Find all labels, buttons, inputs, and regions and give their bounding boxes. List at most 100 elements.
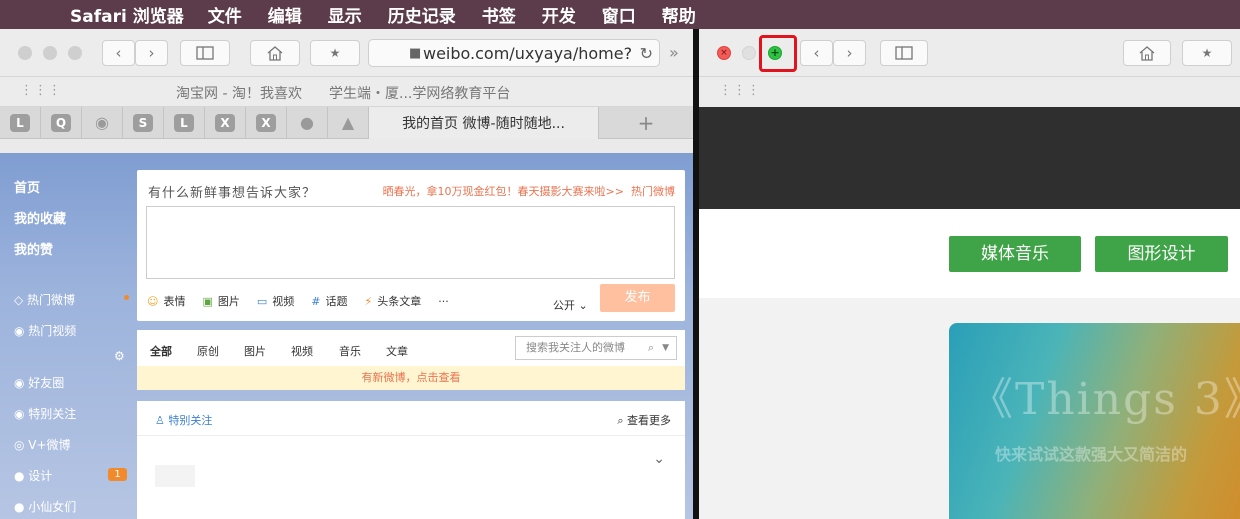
menu-file[interactable]: 文件: [208, 2, 242, 27]
minimize-button-inactive[interactable]: [43, 46, 57, 60]
menu-window[interactable]: 窗口: [602, 2, 636, 27]
more-button[interactable]: ···: [438, 295, 449, 308]
article-button[interactable]: ⚡ 头条文章: [365, 293, 422, 309]
menu-help[interactable]: 帮助: [662, 2, 696, 27]
promo-text: 晒春光，拿10万现金红包！春天摄影大赛来啦>>: [382, 185, 624, 198]
sidebar-item-home[interactable]: 首页: [14, 177, 40, 196]
back-button[interactable]: ‹: [800, 40, 833, 66]
back-button[interactable]: ‹: [102, 40, 135, 66]
compose-prompt: 有什么新鲜事想告诉大家？: [148, 186, 317, 201]
sidebar-item-label: 小仙女们: [28, 500, 77, 514]
search-icon[interactable]: ⌕: [648, 337, 654, 359]
gear-icon[interactable]: ⚙: [114, 349, 125, 363]
sidebar-item-likes[interactable]: 我的赞: [14, 239, 53, 258]
media-music-button[interactable]: 媒体音乐: [949, 236, 1081, 272]
special-follow-label[interactable]: ♙ 特别关注: [155, 412, 212, 428]
chevron-right-icon: ›: [846, 44, 853, 62]
image-icon: ▣: [202, 295, 213, 308]
tab-videos[interactable]: 视频: [291, 343, 313, 359]
tab-x-1[interactable]: X: [205, 106, 246, 139]
grid-icon[interactable]: ⋮⋮⋮: [20, 83, 62, 98]
tab-images[interactable]: 图片: [244, 343, 266, 359]
compose-textarea[interactable]: [146, 206, 675, 279]
left-toolbar: ‹ › ★ ■ weibo.com/uxyaya/home? ↻ »: [0, 29, 693, 77]
promo-link[interactable]: 晒春光，拿10万现金红包！春天摄影大赛来啦>> 热门微博: [383, 183, 675, 199]
favorite-taobao[interactable]: 淘宝网 - 淘！我喜欢: [176, 83, 302, 103]
menu-bookmarks[interactable]: 书签: [482, 2, 516, 27]
toolbar-overflow-icon[interactable]: »: [669, 43, 679, 62]
close-button[interactable]: ×: [717, 46, 731, 60]
weibo-icon: ●: [300, 112, 314, 132]
sidebar-item-design[interactable]: ● 设计: [14, 467, 52, 484]
compose-tools: ☺ 表情 ▣ 图片 ▭ 视频 # 话题 ⚡ 头条文章 ···: [147, 293, 466, 309]
sidebar-item-label: 热门微博: [27, 293, 76, 307]
sidebar-item-special-follow[interactable]: ◉ 特别关注: [14, 405, 76, 422]
sidebar-button[interactable]: [880, 40, 928, 66]
forward-button[interactable]: ›: [833, 40, 866, 66]
sidebar-button[interactable]: [180, 40, 230, 66]
emoji-button[interactable]: ☺ 表情: [147, 293, 185, 309]
forward-button[interactable]: ›: [135, 40, 168, 66]
tab-weibo-home-active[interactable]: 我的首页 微博-随时随地...: [369, 106, 599, 139]
sidebar-item-hot-video[interactable]: ◉ 热门视频: [14, 322, 76, 339]
card-title: 《Things 3》: [969, 374, 1240, 425]
bookmark-button[interactable]: ★: [1182, 40, 1232, 66]
graphic-design-button[interactable]: 图形设计: [1095, 236, 1228, 272]
topic-button[interactable]: # 话题: [311, 293, 347, 309]
bookmark-button[interactable]: ★: [310, 40, 360, 66]
home-button[interactable]: [250, 40, 300, 66]
address-bar[interactable]: ■ weibo.com/uxyaya/home? ↻: [368, 39, 660, 67]
tab-weibo[interactable]: ●: [287, 106, 328, 139]
tab-x-2[interactable]: X: [246, 106, 287, 139]
tab-q[interactable]: Q: [41, 106, 82, 139]
x-icon: X: [215, 113, 235, 132]
menu-safari[interactable]: Safari 浏览器: [70, 2, 184, 27]
tool-label: 图片: [217, 295, 240, 308]
video-button[interactable]: ▭ 视频: [257, 293, 294, 309]
grid-icon[interactable]: ⋮⋮⋮: [719, 83, 761, 98]
tab-l-1[interactable]: L: [0, 106, 41, 139]
sidebar-item-label: 设计: [28, 469, 53, 483]
favorite-student[interactable]: 学生端・厦...学网络教育平台: [329, 83, 510, 103]
feed-search-input[interactable]: 搜索我关注人的微博 ⌕ ▼: [515, 336, 677, 360]
menu-view[interactable]: 显示: [328, 2, 362, 27]
tab-wechat[interactable]: ◉: [82, 106, 123, 139]
chevron-down-icon[interactable]: ⌄: [653, 451, 665, 467]
reload-icon[interactable]: ↻: [640, 44, 653, 63]
home-button[interactable]: [1123, 40, 1171, 66]
sidebar-item-xiaoxian[interactable]: ● 小仙女们: [14, 498, 76, 515]
new-posts-notice[interactable]: 有新微博，点击查看: [137, 366, 685, 390]
minimize-button[interactable]: [742, 46, 756, 60]
tab-articles[interactable]: 文章: [386, 343, 408, 359]
maximize-button-inactive[interactable]: [68, 46, 82, 60]
publish-button[interactable]: 发布: [600, 284, 675, 312]
sidebar-item-vplus[interactable]: ◎ V+微博: [14, 436, 71, 453]
sidebar-item-favorites[interactable]: 我的收藏: [14, 208, 66, 227]
tab-all[interactable]: 全部: [150, 343, 172, 359]
unread-badge: 1: [108, 468, 127, 481]
hot-weibo-link[interactable]: 热门微博: [631, 185, 675, 198]
view-more-link[interactable]: ⌕ 查看更多: [617, 412, 671, 428]
new-tab-icon[interactable]: +: [599, 111, 693, 135]
close-button-inactive[interactable]: [18, 46, 32, 60]
caret-down-icon[interactable]: ▼: [662, 337, 669, 359]
sidebar-item-friends[interactable]: ◉ 好友圈: [14, 374, 64, 391]
dark-header-band: [699, 107, 1240, 209]
sidebar-item-hot-weibo[interactable]: ◇ 热门微博: [14, 291, 75, 308]
tool-label: 头条文章: [377, 295, 422, 308]
featured-card[interactable]: 《Things 3》 快来试试这款强大又简洁的: [949, 323, 1240, 519]
tab-qq[interactable]: ▲: [328, 106, 369, 139]
tab-music[interactable]: 音乐: [339, 343, 361, 359]
tab-s[interactable]: S: [123, 106, 164, 139]
s-icon: S: [133, 113, 153, 132]
menu-history[interactable]: 历史记录: [388, 2, 456, 27]
home-icon: [1139, 46, 1155, 61]
tab-original[interactable]: 原创: [197, 343, 219, 359]
image-button[interactable]: ▣ 图片: [202, 293, 239, 309]
menu-develop[interactable]: 开发: [542, 2, 576, 27]
right-browser-window: × + ‹ › ★ ⋮⋮⋮ 媒体音乐 图形设计 《Things 3》 快来试试这…: [699, 29, 1240, 519]
visibility-select[interactable]: 公开 ⌄: [553, 297, 588, 313]
tab-l-2[interactable]: L: [164, 106, 205, 139]
lock-icon: ■: [409, 45, 422, 61]
menu-edit[interactable]: 编辑: [268, 2, 302, 27]
